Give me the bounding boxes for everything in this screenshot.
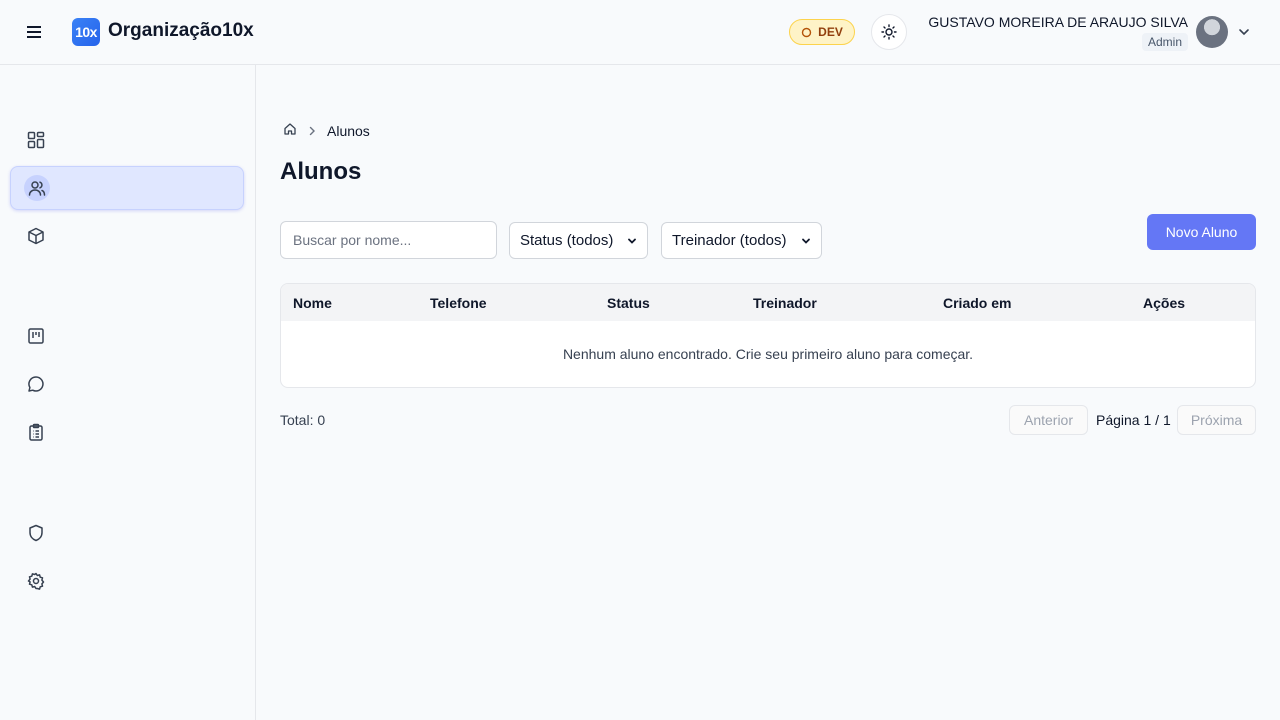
- page-indicator: Página 1 / 1: [1096, 412, 1171, 428]
- top-header: 10x Organização10x DEV GUSTAVO MOREIRA D…: [0, 0, 1280, 65]
- package-icon: [26, 226, 46, 246]
- table-header: Nome Telefone Status Treinador Criado em…: [281, 284, 1255, 321]
- menu-icon[interactable]: [22, 20, 46, 44]
- chevron-down-icon: [628, 238, 636, 244]
- sun-icon: [881, 24, 897, 40]
- user-role-badge: Admin: [1141, 33, 1188, 51]
- env-badge: DEV: [789, 19, 855, 45]
- new-student-button[interactable]: Novo Aluno: [1147, 214, 1256, 250]
- theme-toggle-button[interactable]: [871, 14, 907, 50]
- empty-state-message: Nenhum aluno encontrado. Crie seu primei…: [562, 346, 974, 362]
- gear-icon: [26, 571, 46, 591]
- sidebar-item-messages[interactable]: [10, 362, 244, 406]
- column-header-name[interactable]: Nome: [293, 295, 332, 311]
- previous-page-button[interactable]: Anterior: [1009, 405, 1088, 435]
- circle-icon: [801, 27, 812, 37]
- students-table: Nome Telefone Status Treinador Criado em…: [280, 283, 1256, 388]
- user-name: GUSTAVO MOREIRA DE ARAUJO SILVA: [928, 14, 1188, 30]
- sidebar-item-dashboard[interactable]: [10, 118, 244, 162]
- home-icon[interactable]: [283, 122, 297, 139]
- trainer-filter-value: Treinador (todos): [672, 232, 787, 249]
- avatar[interactable]: [1196, 16, 1228, 48]
- column-header-phone[interactable]: Telefone: [430, 295, 487, 311]
- sidebar-item-products[interactable]: [10, 214, 244, 258]
- shield-icon: [26, 523, 46, 543]
- column-header-actions: Ações: [1143, 295, 1186, 311]
- page-title: Alunos: [280, 158, 362, 185]
- chevron-right-icon: [307, 123, 317, 139]
- sidebar-item-settings[interactable]: [10, 559, 244, 603]
- status-filter-select[interactable]: Status (todos): [509, 222, 648, 259]
- kanban-icon: [26, 326, 46, 346]
- dashboard-icon: [26, 130, 46, 150]
- message-circle-icon: [26, 374, 46, 394]
- column-header-created[interactable]: Criado em: [943, 295, 1011, 311]
- users-icon: [24, 175, 50, 201]
- trainer-filter-select[interactable]: Treinador (todos): [661, 222, 822, 259]
- next-page-button[interactable]: Próxima: [1177, 405, 1256, 435]
- status-filter-value: Status (todos): [520, 232, 614, 249]
- chevron-down-icon[interactable]: [1236, 24, 1252, 40]
- breadcrumb: Alunos: [283, 122, 370, 139]
- brand-name[interactable]: Organização10x: [108, 20, 254, 42]
- env-badge-label: DEV: [818, 25, 843, 39]
- column-header-status[interactable]: Status: [607, 295, 650, 311]
- sidebar-item-alunos[interactable]: [10, 166, 244, 210]
- logo[interactable]: 10x: [72, 18, 100, 46]
- column-header-trainer[interactable]: Treinador: [753, 295, 817, 311]
- breadcrumb-current: Alunos: [327, 122, 370, 139]
- sidebar-item-tasks[interactable]: [10, 410, 244, 454]
- sidebar-item-board[interactable]: [10, 314, 244, 358]
- chevron-down-icon: [802, 238, 810, 244]
- sidebar-item-security[interactable]: [10, 511, 244, 555]
- search-input[interactable]: [280, 221, 497, 259]
- clipboard-list-icon: [26, 422, 46, 442]
- total-count: Total: 0: [280, 412, 326, 428]
